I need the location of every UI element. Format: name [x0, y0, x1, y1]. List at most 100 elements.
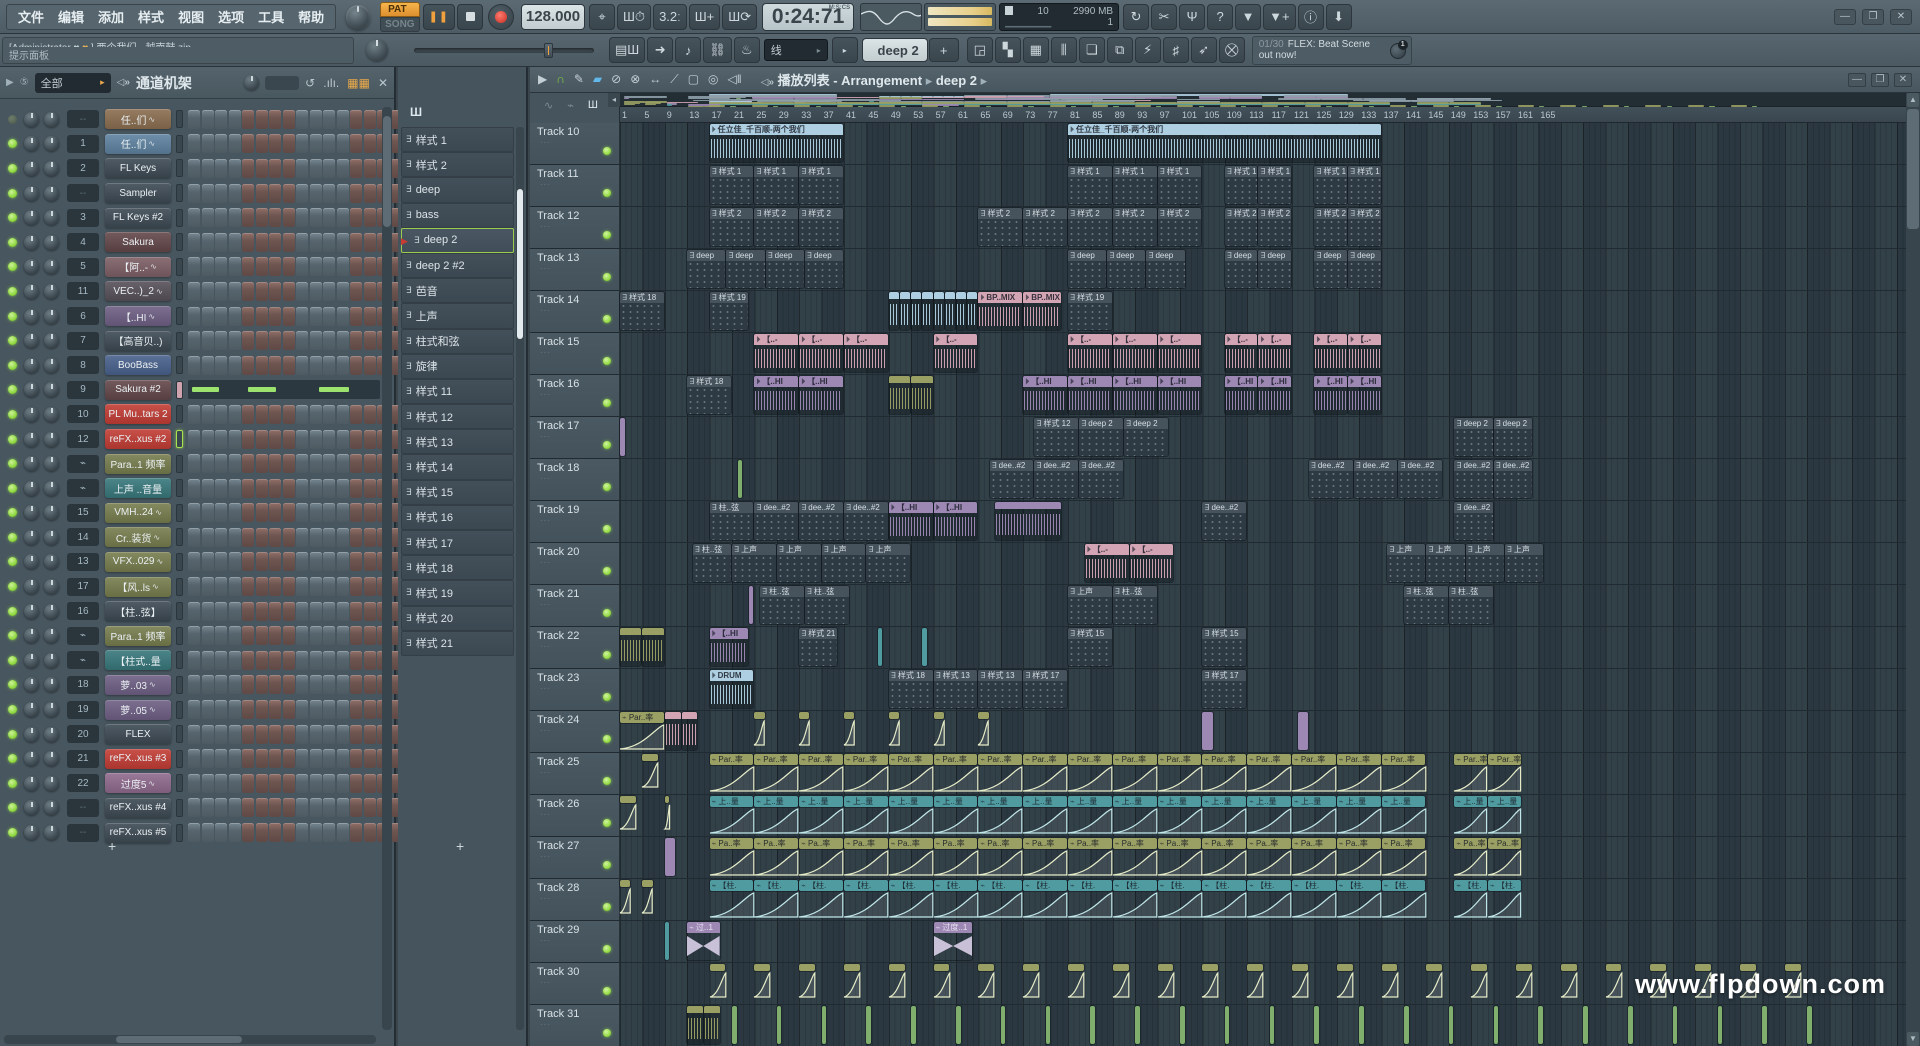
audio-clip[interactable]	[900, 292, 910, 330]
step-button[interactable]	[188, 577, 200, 596]
automation-clip[interactable]	[754, 964, 770, 1002]
step-button[interactable]	[364, 331, 376, 350]
pattern-clip[interactable]: ∃样式 2	[1348, 208, 1381, 246]
step-button[interactable]	[350, 479, 362, 498]
playlist-window-icon[interactable]: ▤Ш	[609, 37, 645, 63]
step-button[interactable]	[323, 479, 335, 498]
step-button[interactable]	[229, 233, 241, 252]
channel-pan-knob[interactable]	[24, 284, 39, 299]
audio-clip[interactable]: ⏵任立佳_千百顺-两个我们	[710, 124, 843, 162]
audio-clip[interactable]: ⏵【..HI	[889, 502, 933, 540]
track-header[interactable]: Track 19···	[530, 501, 620, 542]
pattern-item[interactable]: ∃deep 2	[401, 228, 514, 253]
step-button[interactable]	[242, 405, 254, 424]
metronome-icon[interactable]: Ш⏱	[617, 4, 651, 30]
step-button[interactable]	[269, 356, 281, 375]
audio-clip[interactable]	[956, 292, 966, 330]
automation-clip[interactable]: ⌁上..量	[889, 796, 933, 834]
step-button[interactable]	[269, 184, 281, 203]
step-button[interactable]	[215, 110, 227, 129]
step-button[interactable]	[296, 479, 308, 498]
channel-volume-knob[interactable]	[44, 825, 59, 840]
step-button[interactable]	[242, 233, 254, 252]
channel-pan-knob[interactable]	[24, 333, 39, 348]
mini-clip[interactable]	[1180, 1006, 1185, 1044]
track-name[interactable]: Track 24	[530, 711, 619, 726]
pattern-clip[interactable]: ∃上声	[1466, 544, 1504, 582]
step-button[interactable]	[242, 749, 254, 768]
step-button[interactable]	[229, 823, 241, 842]
step-button[interactable]	[310, 331, 322, 350]
track-name[interactable]: Track 11	[530, 165, 619, 180]
channel-pan-knob[interactable]	[24, 259, 39, 274]
automation-clip[interactable]	[934, 964, 950, 1002]
step-button[interactable]	[350, 454, 362, 473]
step-button[interactable]	[323, 307, 335, 326]
channel-name-button[interactable]: reFX..xus #3	[105, 749, 171, 769]
piano-roll-icon[interactable]: ♪	[675, 37, 701, 63]
channel-mute-led[interactable]	[8, 803, 17, 812]
step-button[interactable]	[229, 134, 241, 153]
save-new-icon[interactable]: ▼+	[1263, 4, 1295, 30]
automation-clip[interactable]: ⌁上..量	[1113, 796, 1157, 834]
channel-volume-knob[interactable]	[44, 481, 59, 496]
pattern-clip[interactable]: ∃样式 1	[1225, 166, 1258, 204]
step-button[interactable]	[323, 602, 335, 621]
channel-mute-led[interactable]	[8, 705, 17, 714]
step-button[interactable]	[215, 700, 227, 719]
automation-clip[interactable]: ⌁Par..率	[889, 754, 933, 792]
track-lane[interactable]: ⌁过..1⌁过度..1	[620, 921, 1906, 962]
mini-clip[interactable]	[665, 838, 675, 876]
step-button[interactable]	[256, 700, 268, 719]
step-button[interactable]	[350, 503, 362, 522]
automation-clip[interactable]: ⌁Par..率	[1292, 754, 1336, 792]
channel-name-button[interactable]: Sakura #2	[105, 380, 171, 400]
step-button[interactable]	[188, 430, 200, 449]
mini-clip[interactable]	[1538, 1006, 1543, 1044]
channel-select-strip[interactable]	[176, 553, 183, 571]
channel-number[interactable]: 18	[67, 676, 99, 694]
channel-volume-knob[interactable]	[44, 776, 59, 791]
channel-volume-knob[interactable]	[44, 628, 59, 643]
pattern-clip[interactable]: ∃样式 1	[754, 166, 798, 204]
menu-item-4[interactable]: 视图	[171, 7, 211, 26]
step-button[interactable]	[310, 184, 322, 203]
channel-volume-knob[interactable]	[44, 259, 59, 274]
step-button[interactable]	[364, 774, 376, 793]
pattern-item[interactable]: ∃样式 16	[401, 505, 514, 530]
mini-clip[interactable]	[956, 1006, 961, 1044]
track-name[interactable]: Track 30	[530, 963, 619, 978]
step-button[interactable]	[229, 774, 241, 793]
step-button[interactable]	[296, 749, 308, 768]
step-button[interactable]	[242, 331, 254, 350]
step-button[interactable]	[350, 749, 362, 768]
pattern-clip[interactable]: ∃dee..#2	[990, 460, 1034, 498]
step-button[interactable]	[337, 577, 349, 596]
step-button[interactable]	[256, 577, 268, 596]
step-button[interactable]	[242, 110, 254, 129]
audio-clip[interactable]: ⏵【..-	[1158, 334, 1202, 372]
track-name[interactable]: Track 15	[530, 333, 619, 348]
channel-mute-led[interactable]	[8, 385, 17, 394]
automation-clip[interactable]: ⌁上..量	[1158, 796, 1202, 834]
automation-clip[interactable]: ⌁上..量	[1488, 796, 1521, 834]
step-button[interactable]	[364, 159, 376, 178]
step-button[interactable]	[350, 798, 362, 817]
audio-clip[interactable]: ⏵【..HI	[1258, 376, 1291, 414]
step-button[interactable]	[296, 134, 308, 153]
pattern-item[interactable]: ∃deep 2 #2	[401, 253, 514, 278]
step-button[interactable]	[323, 823, 335, 842]
close-icon[interactable]: ✕	[1894, 73, 1912, 87]
plugin-picker-icon[interactable]: ⧉	[1107, 37, 1133, 63]
step-button[interactable]	[310, 454, 322, 473]
timeline-ruler[interactable]: 1591317212529333741454953576165697377818…	[620, 107, 1906, 123]
step-button[interactable]	[229, 331, 241, 350]
automation-clip[interactable]: ⌁上..量	[1247, 796, 1291, 834]
automation-clip[interactable]: ⌁Par..率	[1488, 754, 1521, 792]
automation-clip[interactable]: ⌁Par..率	[978, 754, 1022, 792]
channel-select-strip[interactable]	[176, 405, 183, 423]
channel-number[interactable]: 7	[67, 332, 99, 350]
track-enable-led[interactable]	[603, 525, 611, 533]
channel-volume-knob[interactable]	[44, 382, 59, 397]
step-button[interactable]	[256, 798, 268, 817]
